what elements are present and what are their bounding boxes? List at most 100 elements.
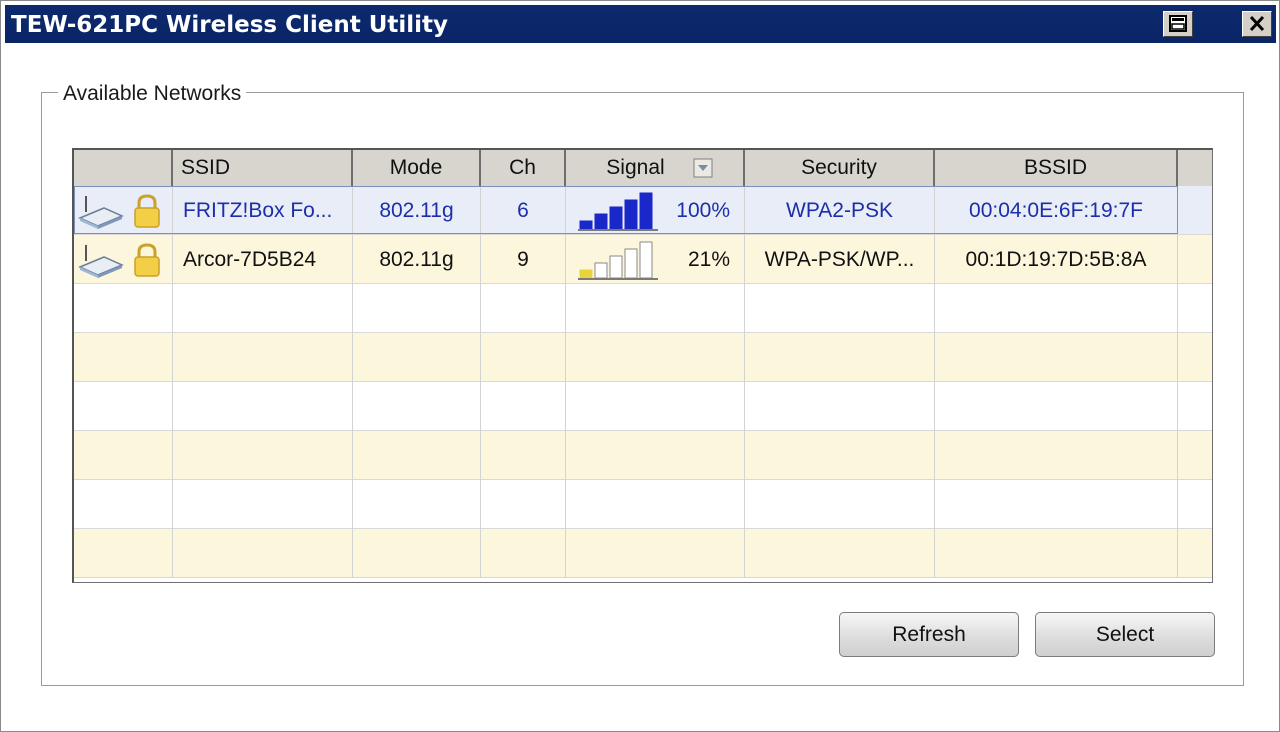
network-icon-cell: [74, 235, 173, 284]
empty-cell: [745, 431, 935, 480]
bssid-cell: 00:1D:19:7D:5B:8A: [935, 235, 1178, 284]
empty-cell: [353, 382, 481, 431]
empty-cell: [353, 529, 481, 578]
empty-cell: [481, 431, 566, 480]
signal-cell: 21%: [566, 235, 745, 284]
security-cell: WPA-PSK/WP...: [745, 235, 935, 284]
empty-cell: [935, 480, 1178, 529]
channel-cell: 6: [481, 186, 566, 235]
wireless-utility-window: TEW-621PC Wireless Client Utility Availa…: [0, 0, 1280, 732]
empty-cell: [935, 382, 1178, 431]
empty-cell: [745, 480, 935, 529]
empty-cell: [566, 382, 745, 431]
sort-descending-icon[interactable]: [693, 158, 713, 178]
empty-cell: [481, 284, 566, 333]
column-header-label: BSSID: [1023, 156, 1088, 179]
refresh-button[interactable]: Refresh: [839, 612, 1019, 657]
column-header-label: SSID: [181, 156, 231, 179]
empty-cell: [1178, 480, 1212, 529]
empty-cell: [481, 480, 566, 529]
select-button[interactable]: Select: [1035, 612, 1215, 657]
column-header-label: Ch: [509, 156, 536, 179]
empty-cell: [173, 480, 353, 529]
router-icon: [78, 195, 124, 229]
empty-table-row: [74, 431, 1212, 480]
column-header-ssid[interactable]: SSID: [173, 150, 353, 188]
ssid-cell: Arcor-7D5B24: [173, 235, 353, 284]
column-header-security[interactable]: Security: [745, 150, 935, 188]
empty-cell: [935, 284, 1178, 333]
network-table: SSID Mode Ch Signal Security BSSID FRITZ…: [72, 148, 1213, 583]
empty-cell: [745, 333, 935, 382]
empty-cell: [173, 529, 353, 578]
taskbar-icon: [1169, 15, 1187, 32]
empty-cell: [481, 333, 566, 382]
empty-cell: [74, 529, 173, 578]
column-header-bssid[interactable]: BSSID: [935, 150, 1178, 188]
column-header-ch[interactable]: Ch: [481, 150, 566, 188]
empty-cell: [1178, 382, 1212, 431]
empty-cell: [935, 431, 1178, 480]
column-header-label: Signal: [606, 156, 665, 179]
column-header-mode[interactable]: Mode: [353, 150, 481, 188]
security-cell: WPA2-PSK: [745, 186, 935, 235]
refresh-button-label: Refresh: [892, 622, 966, 646]
channel-cell: 9: [481, 235, 566, 284]
mode-cell: 802.11g: [353, 186, 481, 235]
empty-cell: [74, 431, 173, 480]
close-icon: [1249, 15, 1265, 32]
column-header-signal[interactable]: Signal: [566, 150, 745, 188]
empty-table-row: [74, 284, 1212, 333]
table-row[interactable]: Arcor-7D5B24 802.11g 9 21% WPA-PSK/WP... 00:1…: [74, 235, 1212, 284]
empty-cell: [935, 529, 1178, 578]
empty-cell: [1178, 431, 1212, 480]
signal-cell: 100%: [566, 186, 745, 235]
router-icon: [78, 244, 124, 278]
empty-cell: [566, 284, 745, 333]
empty-cell: [353, 284, 481, 333]
empty-table-row: [74, 480, 1212, 529]
empty-cell: [173, 333, 353, 382]
empty-cell: [353, 431, 481, 480]
taskbar-button[interactable]: [1163, 11, 1193, 37]
empty-cell: [1178, 333, 1212, 382]
empty-cell: [353, 333, 481, 382]
close-button[interactable]: [1242, 11, 1272, 37]
mode-cell: 802.11g: [353, 235, 481, 284]
empty-cell: [173, 284, 353, 333]
empty-cell: [566, 333, 745, 382]
empty-table-row: [74, 333, 1212, 382]
column-header-filler: [1178, 150, 1212, 188]
empty-cell: [74, 480, 173, 529]
column-header-label: Security: [801, 156, 877, 179]
signal-strength-icon: [578, 192, 658, 231]
window-title: TEW-621PC Wireless Client Utility: [11, 12, 449, 38]
column-header-icon[interactable]: [74, 150, 173, 188]
empty-cell: [566, 431, 745, 480]
select-button-label: Select: [1095, 622, 1155, 646]
title-bar: TEW-621PC Wireless Client Utility: [5, 5, 1276, 43]
empty-cell: [481, 382, 566, 431]
network-icon-cell: [74, 186, 173, 235]
empty-cell: [745, 284, 935, 333]
empty-table-row: [74, 382, 1212, 431]
lock-icon: [134, 193, 160, 228]
empty-cell: [74, 333, 173, 382]
empty-table-row: [74, 529, 1212, 578]
empty-cell: [173, 382, 353, 431]
bssid-cell: 00:04:0E:6F:19:7F: [935, 186, 1178, 235]
empty-cell: [173, 431, 353, 480]
signal-percent: 100%: [676, 198, 730, 222]
empty-cell: [481, 529, 566, 578]
empty-cell: [1178, 529, 1212, 578]
signal-percent: 21%: [687, 247, 730, 271]
lock-icon: [134, 242, 160, 277]
empty-cell: [74, 382, 173, 431]
empty-cell: [745, 529, 935, 578]
empty-cell: [1178, 284, 1212, 333]
table-row[interactable]: FRITZ!Box Fo... 802.11g 6 100% WPA2-PSK 00:04…: [74, 186, 1212, 235]
empty-cell: [935, 333, 1178, 382]
signal-strength-icon: [578, 241, 658, 280]
filler-cell: [1178, 235, 1212, 284]
empty-cell: [353, 480, 481, 529]
